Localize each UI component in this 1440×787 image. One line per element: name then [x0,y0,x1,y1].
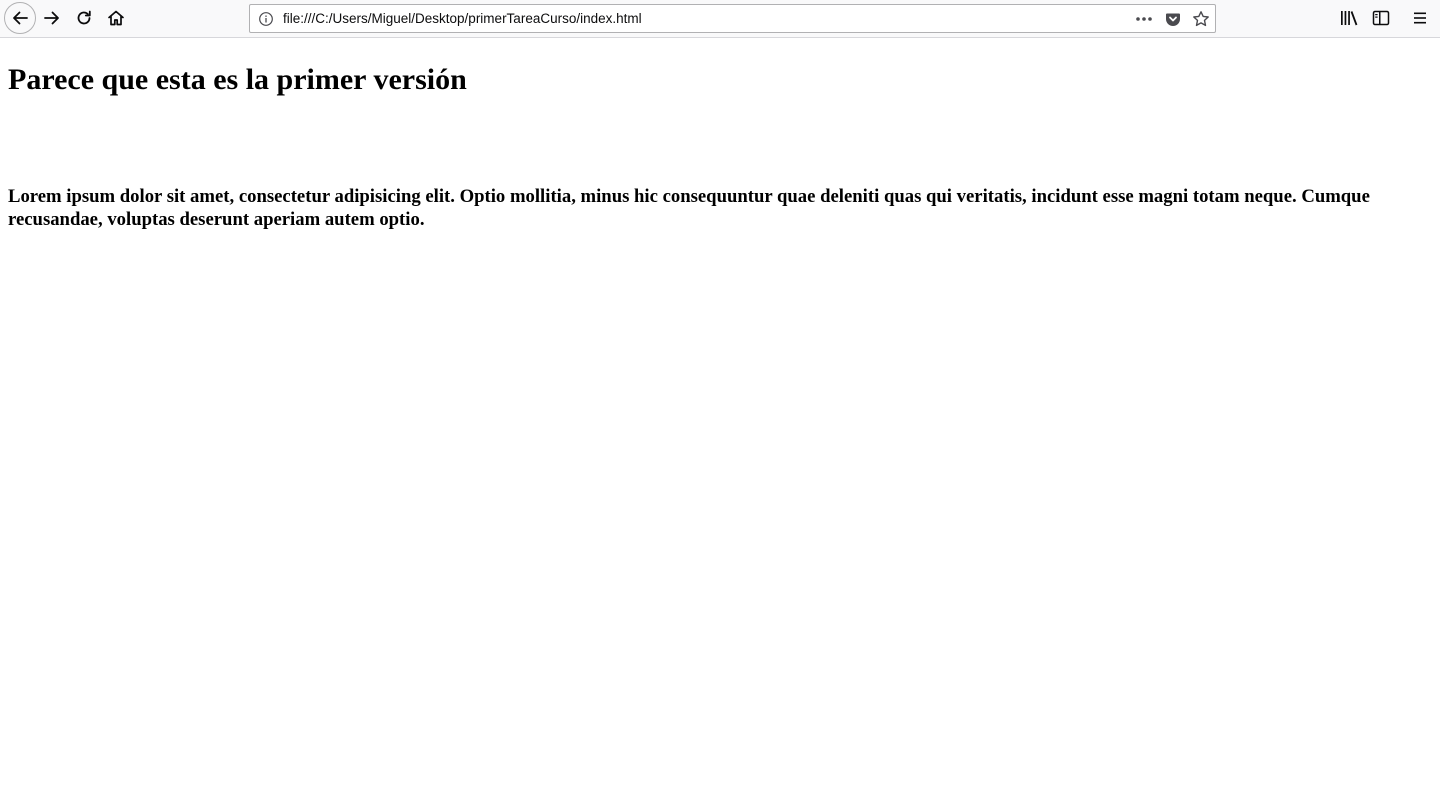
bookmark-star-icon [1193,11,1209,27]
forward-button[interactable] [37,3,67,33]
sidebar-button[interactable] [1366,3,1396,33]
library-icon [1341,11,1358,26]
hamburger-menu-icon [1414,12,1426,24]
home-icon [108,10,124,26]
info-icon[interactable] [258,11,274,27]
bookmark-star-button[interactable] [1190,8,1212,30]
page-heading: Parece que esta es la primer versión [8,63,467,96]
back-button[interactable] [4,2,36,34]
page-actions-button[interactable] [1133,8,1155,30]
browser-toolbar: file:///C:/Users/Miguel/Desktop/primerTa… [0,0,1440,38]
page-content: Parece que esta es la primer versión Lor… [0,38,1440,231]
url-bar[interactable]: file:///C:/Users/Miguel/Desktop/primerTa… [249,4,1216,33]
more-dots-icon [1136,17,1152,21]
reload-icon [77,10,91,25]
library-button[interactable] [1334,3,1364,33]
home-button[interactable] [101,3,131,33]
pocket-icon [1166,13,1180,26]
back-arrow-icon [13,11,28,25]
forward-arrow-icon [44,11,59,25]
url-text[interactable]: file:///C:/Users/Miguel/Desktop/primerTa… [283,11,642,26]
pocket-button[interactable] [1162,8,1184,30]
sidebar-icon [1372,10,1390,26]
reload-button[interactable] [69,3,99,33]
menu-button[interactable] [1405,3,1435,33]
lorem-paragraph: Lorem ipsum dolor sit amet, consectetur … [8,186,1370,230]
